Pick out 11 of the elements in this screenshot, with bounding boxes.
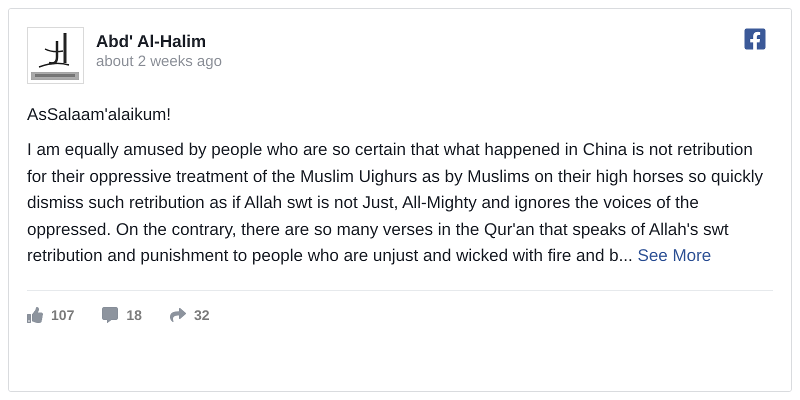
logo-icon[interactable] bbox=[743, 27, 767, 51]
share-count: 32 bbox=[194, 306, 210, 322]
arrow-icon[interactable] bbox=[170, 306, 186, 322]
author-name[interactable]: Abd' Al-Halim bbox=[96, 31, 731, 52]
post-text: I am equally amused by people who are so certain that what happened in China is not retribution for their oppressive treatment of the Muslim Uighurs as by Muslims on their high horses so quickly dismiss such retribution as if Allah swt is not Just, All-Mighty and ignores the voices of the oppressed. On the contrary, there are so many verses in the Qur'an that speaks of Allah's swt retribution and punishment to people who are unjust and wicked with fire and b... See More bbox=[27, 139, 764, 267]
like-count: 107 bbox=[51, 306, 74, 322]
comment-count: 18 bbox=[126, 306, 142, 322]
thumbs-up-icon[interactable] bbox=[27, 306, 43, 322]
speech-bubble-icon[interactable] bbox=[102, 306, 118, 322]
see-more-link[interactable]: See More bbox=[638, 246, 712, 265]
post-greeting: AsSalaam'alaikum! bbox=[27, 104, 172, 126]
